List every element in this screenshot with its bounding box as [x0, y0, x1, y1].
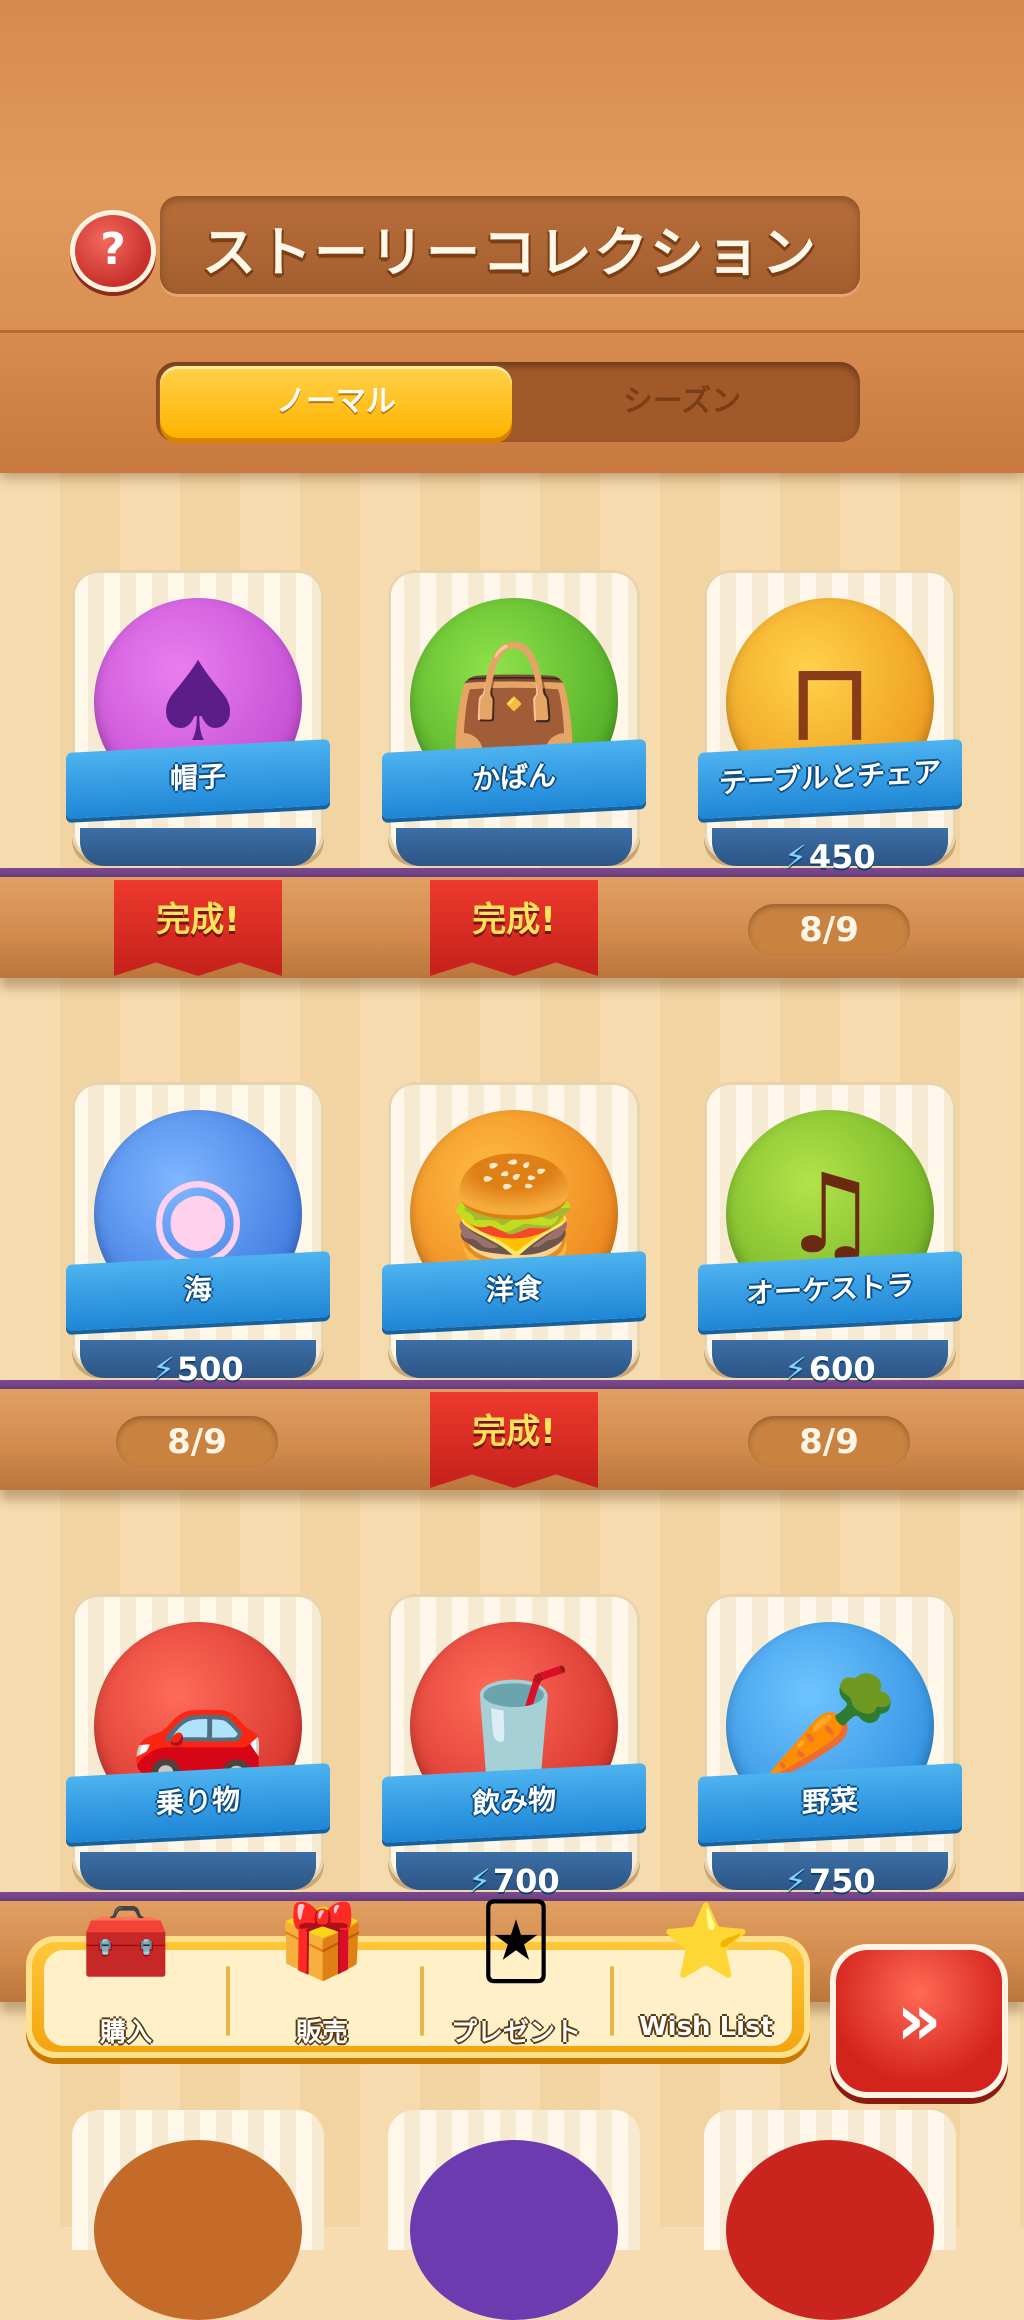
- cost-value: 750: [808, 1862, 876, 1900]
- collection-card-hat[interactable]: ♠ 帽子: [66, 570, 330, 870]
- question-mark-icon[interactable]: ?: [70, 210, 156, 292]
- collection-card-drinks[interactable]: 🥤 飲み物 ⚡700: [382, 1594, 646, 1900]
- wish-list-button[interactable]: ⭐ Wish List: [616, 1899, 796, 2046]
- buy-label: 購入: [99, 2018, 152, 2048]
- title-plate: ストーリーコレクション: [160, 196, 860, 294]
- chest-sell-icon: 🎁: [277, 1899, 367, 1983]
- divider: [420, 1966, 424, 2036]
- card-ribbon: オーケストラ: [698, 1251, 962, 1331]
- cost-label: ⚡500: [122, 1350, 274, 1390]
- collection-card-orchestra[interactable]: ♫ オーケストラ ⚡600: [698, 1082, 962, 1388]
- bottom-action-bar: 🧰 購入 🎁 販売 🃏 プレゼント ⭐ Wish List: [26, 1899, 810, 2058]
- card-label: 帽子: [169, 759, 226, 796]
- card-base: [80, 828, 316, 866]
- collection-card-partial[interactable]: [72, 2110, 324, 2320]
- next-page-button[interactable]: »: [830, 1944, 1008, 2098]
- sell-button[interactable]: 🎁 販売: [232, 1899, 412, 2048]
- card-label: 洋食: [485, 1271, 542, 1308]
- card-label: 海: [183, 1272, 212, 1307]
- divider: [226, 1966, 230, 2036]
- collection-card-partial[interactable]: [704, 2110, 956, 2320]
- card-base: [396, 828, 632, 866]
- card-ribbon: かばん: [382, 739, 646, 819]
- progress-badge: 8/9: [116, 1416, 278, 1468]
- cost-label: ⚡750: [754, 1862, 906, 1902]
- present-button[interactable]: 🃏 プレゼント: [426, 1899, 606, 2048]
- cost-value: 450: [808, 838, 876, 876]
- picture-frame-icon: [726, 2140, 934, 2320]
- collection-card-sea[interactable]: ◉ 海 ⚡500: [66, 1082, 330, 1388]
- card-label: オーケストラ: [745, 1268, 914, 1311]
- collection-card-vehicle[interactable]: 🚗 乗り物: [66, 1594, 330, 1894]
- alarm-clock-icon: [94, 2140, 302, 2320]
- energy-bolt-icon: ⚡: [784, 1350, 807, 1388]
- card-ribbon: 海: [66, 1251, 330, 1331]
- energy-bolt-icon: ⚡: [784, 838, 807, 876]
- sell-label: 販売: [295, 2018, 348, 2048]
- wish-list-label: Wish List: [638, 2012, 773, 2042]
- card-ribbon: 洋食: [382, 1251, 646, 1331]
- header: ? ストーリーコレクション ノーマル シーズン: [0, 0, 1024, 473]
- page-title: ストーリーコレクション: [202, 221, 818, 284]
- status-complete-badge: 完成!: [430, 880, 598, 976]
- cost-value: 700: [492, 1862, 560, 1900]
- tab-season[interactable]: シーズン: [506, 366, 858, 438]
- status-complete-badge: 完成!: [430, 1392, 598, 1488]
- double-chevron-right-icon: »: [896, 1979, 942, 2061]
- card-ribbon: テーブルとチェア: [698, 739, 962, 819]
- cost-label: ⚡600: [754, 1350, 906, 1390]
- buy-button[interactable]: 🧰 購入: [36, 1899, 216, 2048]
- energy-bolt-icon: ⚡: [152, 1350, 175, 1388]
- collection-card-western-food[interactable]: 🍔 洋食: [382, 1082, 646, 1382]
- card-ribbon: 乗り物: [66, 1763, 330, 1843]
- collection-card-bag[interactable]: 👜 かばん: [382, 570, 646, 870]
- energy-bolt-icon: ⚡: [468, 1862, 491, 1900]
- card-base: [396, 1340, 632, 1378]
- energy-bolt-icon: ⚡: [784, 1862, 807, 1900]
- progress-badge: 8/9: [748, 904, 910, 956]
- cost-value: 500: [176, 1350, 244, 1388]
- cost-value: 600: [808, 1350, 876, 1388]
- divider: [610, 1966, 614, 2036]
- card-star-icon: ⭐: [661, 1899, 751, 1983]
- card-ribbon: 飲み物: [382, 1763, 646, 1843]
- card-ribbon: 帽子: [66, 739, 330, 819]
- status-complete-badge: 完成!: [114, 880, 282, 976]
- tab-normal[interactable]: ノーマル: [160, 366, 512, 438]
- progress-badge: 8/9: [748, 1416, 910, 1468]
- present-label: プレゼント: [450, 2018, 581, 2048]
- card-ribbon: 野菜: [698, 1763, 962, 1843]
- collection-card-vegetables[interactable]: 🥕 野菜 ⚡750: [698, 1594, 962, 1900]
- card-base: [80, 1852, 316, 1890]
- collection-card-partial[interactable]: [388, 2110, 640, 2320]
- card-label: 飲み物: [471, 1782, 556, 1821]
- card-label: 野菜: [801, 1783, 858, 1820]
- tab-bar: ノーマル シーズン: [156, 362, 860, 442]
- card-label: かばん: [471, 758, 556, 797]
- card-label: 乗り物: [155, 1782, 240, 1821]
- card-send-icon: 🃏: [479, 1899, 553, 1983]
- television-icon: [410, 2140, 618, 2320]
- treasure-chest-plus-icon: 🧰: [81, 1899, 171, 1983]
- collection-card-table[interactable]: ⊓ テーブルとチェア ⚡450: [698, 570, 962, 876]
- card-label: テーブルとチェア: [718, 755, 942, 800]
- cost-label: ⚡450: [754, 838, 906, 878]
